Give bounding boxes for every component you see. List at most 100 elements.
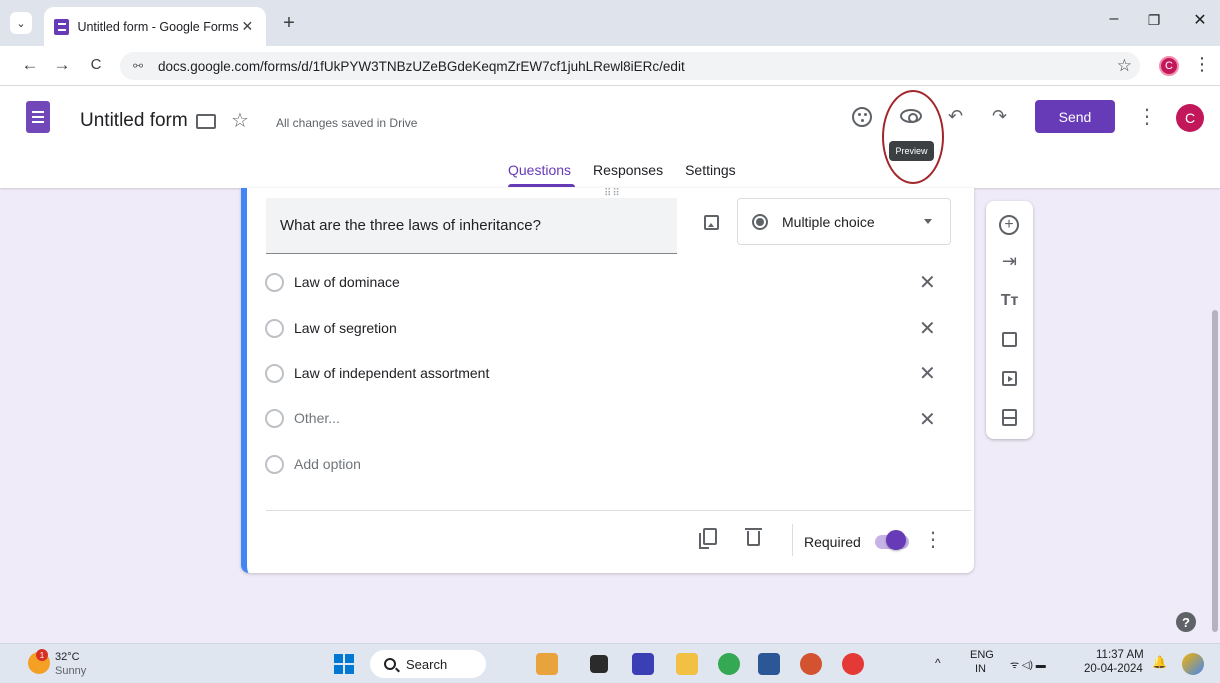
option-item[interactable]: Law of dominace (265, 270, 400, 294)
wps-office-icon[interactable] (842, 653, 864, 675)
taskbar-search[interactable]: Search (370, 650, 486, 678)
delete-icon[interactable] (745, 528, 762, 546)
page-scrollbar[interactable] (1212, 310, 1218, 632)
more-options-icon[interactable]: ⋮ (1137, 104, 1157, 129)
dropdown-arrow-icon (924, 219, 932, 224)
weather-badge: 1 (36, 649, 48, 661)
send-button[interactable]: Send (1035, 100, 1115, 133)
avatar[interactable]: C (1176, 104, 1204, 132)
remove-option-icon[interactable]: ✕ (919, 361, 936, 386)
forms-header: Untitled form ☆ All changes saved in Dri… (0, 86, 1220, 188)
weather-temperature[interactable]: 32°C (55, 651, 80, 663)
form-title[interactable]: Untitled form (80, 110, 188, 132)
clock-time[interactable]: 11:37 AM (1096, 649, 1144, 661)
required-label: Required (804, 534, 861, 550)
undo-icon[interactable]: ↶ (948, 106, 963, 127)
radio-button-icon (752, 213, 768, 230)
question-type-select[interactable]: Multiple choice (737, 198, 951, 245)
language-indicator[interactable]: ENG (970, 649, 994, 661)
save-status: All changes saved in Drive (276, 116, 418, 130)
tab-close-icon[interactable]: ✕ (239, 18, 256, 35)
remove-option-icon[interactable]: ✕ (919, 316, 936, 341)
search-icon (384, 658, 396, 670)
option-item-other[interactable]: Other... (265, 406, 340, 430)
tab-title: Untitled form - Google Forms (77, 19, 239, 34)
file-explorer-icon[interactable] (676, 653, 698, 675)
radio-circle-icon (265, 363, 284, 383)
add-option-item[interactable]: Add option (265, 452, 361, 476)
clock-date[interactable]: 20-04-2024 (1084, 663, 1143, 675)
omnibox[interactable]: ⚯ docs.google.com/forms/d/1fUkPYW3TNBzUZ… (120, 52, 1140, 80)
chevron-down-icon: ⌄ (16, 17, 26, 30)
back-button[interactable]: ← (20, 55, 40, 75)
bookmark-star-icon[interactable]: ☆ (1117, 56, 1132, 76)
remove-option-icon[interactable]: ✕ (919, 270, 936, 295)
duplicate-icon[interactable] (699, 528, 717, 549)
question-card[interactable]: ⠿⠿ What are the three laws of inheritanc… (241, 188, 974, 573)
option-label[interactable]: Law of segretion (294, 320, 397, 336)
new-tab-button[interactable]: + (278, 12, 300, 35)
address-bar: ← → C ⚯ docs.google.com/forms/d/1fUkPYW3… (0, 46, 1220, 86)
window-close-button[interactable]: ✕ (1185, 10, 1215, 30)
reload-button[interactable]: C (86, 56, 106, 73)
add-title-icon[interactable]: Tт (986, 292, 1033, 310)
active-tab-indicator (508, 184, 575, 187)
task-view-icon[interactable] (590, 655, 608, 673)
question-type-label: Multiple choice (782, 213, 875, 230)
radio-circle-icon (265, 454, 284, 474)
star-icon[interactable]: ☆ (231, 108, 249, 133)
language-region[interactable]: IN (975, 663, 986, 675)
forward-button[interactable]: → (52, 55, 72, 75)
add-image-icon[interactable] (704, 215, 719, 230)
browser-menu-icon[interactable]: ⋮ (1193, 54, 1211, 75)
forms-logo-icon[interactable] (26, 101, 50, 133)
site-info-icon[interactable]: ⚯ (128, 59, 148, 73)
landscape-app-icon[interactable] (536, 653, 558, 675)
option-label[interactable]: Law of dominace (294, 274, 400, 290)
form-tabs: Questions Responses Settings (494, 162, 736, 184)
remove-option-icon[interactable]: ✕ (919, 407, 936, 432)
help-icon[interactable]: ? (1176, 612, 1196, 632)
restore-button[interactable]: ❐ (1139, 12, 1169, 29)
required-toggle-thumb[interactable] (886, 530, 906, 550)
windows-start-icon[interactable] (334, 654, 354, 674)
forms-favicon-icon (54, 18, 70, 35)
copilot-icon[interactable] (1182, 653, 1204, 675)
question-more-icon[interactable]: ⋮ (923, 527, 943, 552)
browser-tab[interactable]: Untitled form - Google Forms ✕ (44, 7, 266, 46)
import-questions-icon[interactable]: ⇥ (986, 251, 1033, 272)
taskbar-search-label: Search (406, 656, 448, 672)
powerpoint-icon[interactable] (800, 653, 822, 675)
add-image-icon[interactable] (1002, 332, 1017, 347)
palette-icon[interactable] (852, 107, 872, 127)
tab-search-button[interactable]: ⌄ (10, 12, 32, 34)
network-volume-battery-icons[interactable]: ᯤ ◁) ▬ (1010, 657, 1046, 671)
minimize-button[interactable]: – (1099, 10, 1129, 28)
radio-circle-icon (265, 272, 284, 292)
chrome-icon[interactable] (718, 653, 740, 675)
word-icon[interactable] (758, 653, 780, 675)
add-option-label[interactable]: Add option (294, 456, 361, 472)
tab-settings[interactable]: Settings (685, 162, 736, 184)
question-title-input[interactable]: What are the three laws of inheritance? (266, 198, 677, 254)
browser-profile-avatar[interactable]: C (1159, 56, 1179, 76)
move-to-folder-icon[interactable] (196, 114, 216, 129)
weather-condition[interactable]: Sunny (55, 665, 86, 677)
option-label[interactable]: Law of independent assortment (294, 365, 489, 381)
radio-circle-icon (265, 318, 284, 338)
tab-questions[interactable]: Questions (508, 162, 571, 184)
teams-app-icon[interactable] (632, 653, 654, 675)
redo-icon[interactable]: ↷ (992, 106, 1007, 127)
option-item[interactable]: Law of independent assortment (265, 361, 489, 385)
card-divider (266, 510, 971, 511)
tab-responses[interactable]: Responses (593, 162, 663, 184)
add-question-icon[interactable]: + (999, 215, 1019, 235)
url-text[interactable]: docs.google.com/forms/d/1fUkPYW3TNBzUZeB… (158, 59, 685, 74)
add-section-icon[interactable] (1002, 409, 1017, 426)
show-hidden-icons-icon[interactable]: ^ (935, 656, 941, 670)
option-label-other[interactable]: Other... (294, 410, 340, 426)
option-item[interactable]: Law of segretion (265, 316, 397, 340)
add-video-icon[interactable] (1002, 371, 1017, 386)
footer-separator (792, 524, 793, 556)
notification-bell-icon[interactable]: 🔔 (1152, 655, 1167, 669)
